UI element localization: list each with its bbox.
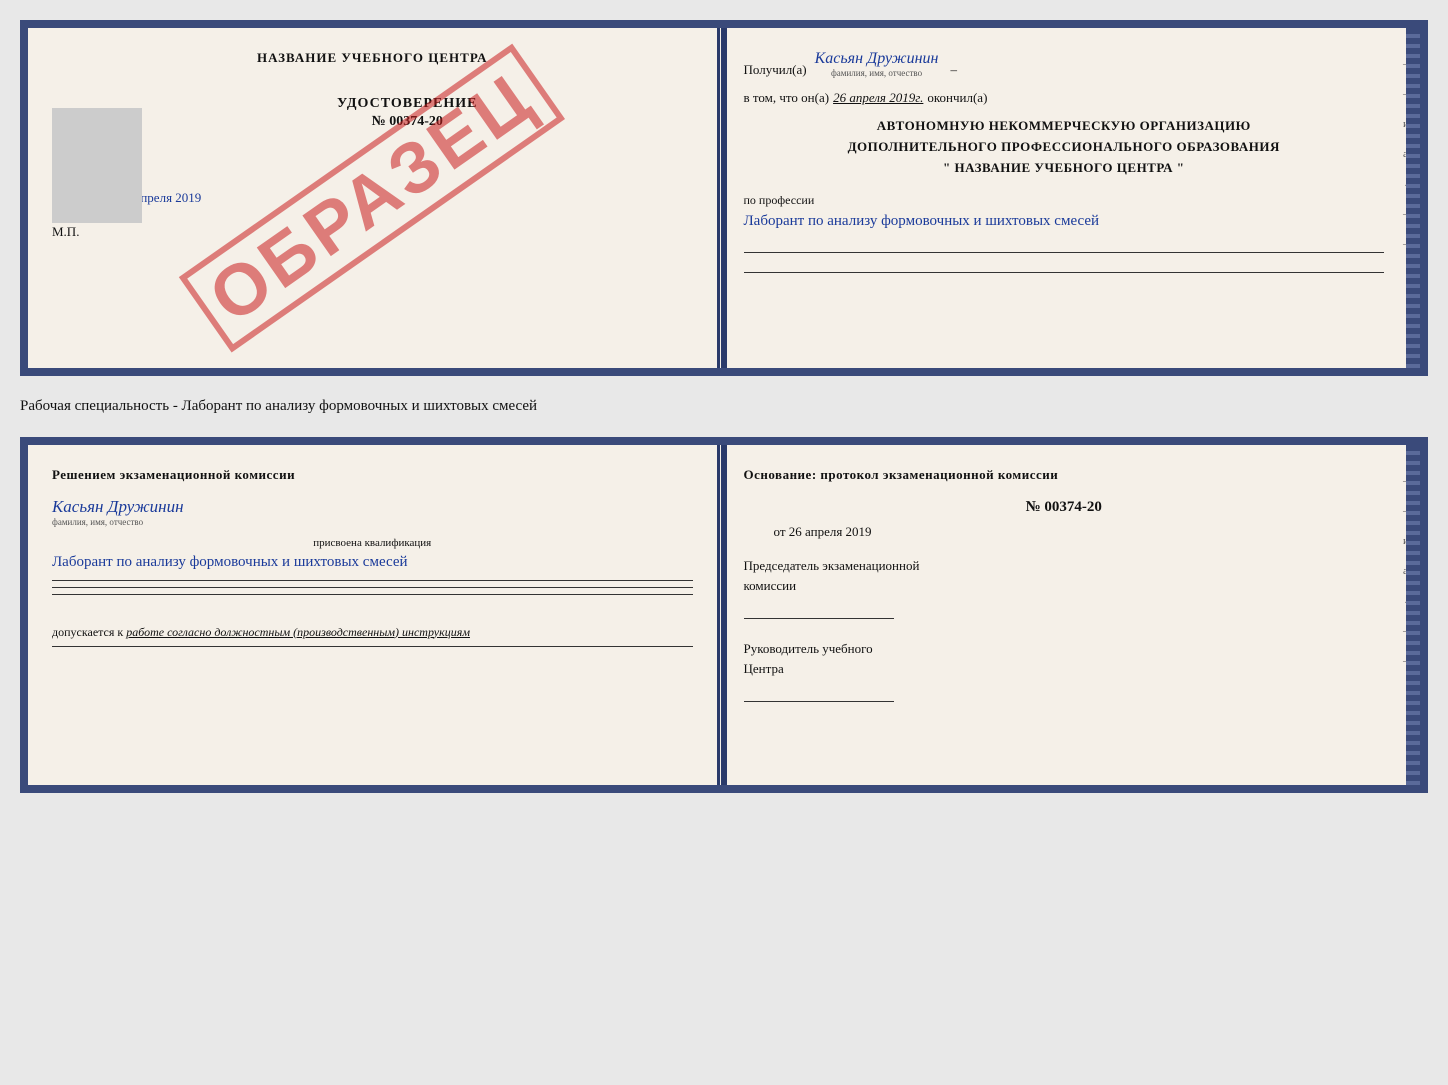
resheniyem-title: Решением экзаменационной комиссии xyxy=(52,467,693,483)
po-professii-block: по профессии Лаборант по анализу формово… xyxy=(744,192,1385,273)
rukovoditel-block: Руководитель учебного Центра xyxy=(744,639,1385,702)
line1 xyxy=(52,580,693,581)
dash1: – xyxy=(950,62,957,78)
side-dash-arrow: ← xyxy=(1403,178,1414,190)
side-dash-1: – xyxy=(1403,58,1414,70)
po-professii-value: Лаборант по анализу формовочных и шихтов… xyxy=(744,210,1385,233)
center-line3: " НАЗВАНИЕ УЧЕБНОГО ЦЕНТРА " xyxy=(744,158,1385,179)
mp-label: М.П. xyxy=(52,224,693,240)
dopuskaetsya-block: допускается к работе согласно должностны… xyxy=(52,625,693,640)
vtom-date: 26 апреля 2019г. xyxy=(833,90,923,106)
side-dash-4: – xyxy=(1403,238,1414,250)
top-school-name: НАЗВАНИЕ УЧЕБНОГО ЦЕНТРА xyxy=(52,50,693,66)
center-line1: АВТОНОМНУЮ НЕКОММЕРЧЕСКУЮ ОРГАНИЗАЦИЮ xyxy=(744,116,1385,137)
b-side-dash-3: – xyxy=(1403,625,1414,637)
b-side-dash-2: – xyxy=(1403,505,1414,517)
prisvoena-label: присвоена квалификация xyxy=(52,537,693,549)
kvalifikatsiya-value: Лаборант по анализу формовочных и шихтов… xyxy=(52,551,693,574)
vydano-block: Выдано 26 апреля 2019 xyxy=(72,190,693,206)
b-side-dash-и: и xyxy=(1403,535,1414,547)
b-side-dash-4: – xyxy=(1403,655,1414,667)
poluchil-label: Получил(а) xyxy=(744,62,807,78)
udostoverenie-label: УДОСТОВЕРЕНИЕ xyxy=(122,96,693,112)
rukovoditel-line2: Центра xyxy=(744,659,1385,679)
b-side-dash-а: а xyxy=(1403,565,1414,577)
b-side-dash-arrow: ← xyxy=(1403,595,1414,607)
poluchil-line: Получил(а) Касьян Дружинин фамилия, имя,… xyxy=(744,50,1385,78)
protocol-date: от 26 апреля 2019 xyxy=(744,524,1385,540)
side-dash-3: – xyxy=(1403,208,1414,220)
ot-label: от xyxy=(774,524,786,539)
rukovoditel-signature xyxy=(744,682,894,702)
ot-date: 26 апреля 2019 xyxy=(789,524,872,539)
bottom-fio-value: Касьян Дружинин xyxy=(52,497,693,517)
top-doc-right: Получил(а) Касьян Дружинин фамилия, имя,… xyxy=(720,28,1421,368)
fio-handwritten-top: Касьян Дружинин xyxy=(815,50,939,67)
top-document: НАЗВАНИЕ УЧЕБНОГО ЦЕНТРА УДОСТОВЕРЕНИЕ №… xyxy=(20,20,1428,376)
between-caption: Рабочая специальность - Лаборант по анал… xyxy=(20,394,1428,419)
side-dash-и: и xyxy=(1403,118,1414,130)
bottom-document: Решением экзаменационной комиссии Касьян… xyxy=(20,437,1428,793)
line2 xyxy=(52,587,693,588)
center-block: АВТОНОМНУЮ НЕКОММЕРЧЕСКУЮ ОРГАНИЗАЦИЮ ДО… xyxy=(744,116,1385,178)
vtom-line: в том, что он(а) 26 апреля 2019г. окончи… xyxy=(744,90,1385,106)
bottom-fio-block: Касьян Дружинин фамилия, имя, отчество xyxy=(52,497,693,527)
side-dash-а: а xyxy=(1403,148,1414,160)
protocol-number: № 00374-20 xyxy=(744,499,1385,516)
page-container: НАЗВАНИЕ УЧЕБНОГО ЦЕНТРА УДОСТОВЕРЕНИЕ №… xyxy=(20,20,1428,793)
osnovanie-title: Основание: протокол экзаменационной коми… xyxy=(744,467,1385,483)
side-dash-2: – xyxy=(1403,88,1414,100)
dopuskaetsya-label: допускается к xyxy=(52,625,123,639)
predsedatel-block: Председатель экзаменационной комиссии xyxy=(744,556,1385,619)
line3 xyxy=(52,594,693,595)
b-side-dash-1: – xyxy=(1403,475,1414,487)
bottom-fio-subtitle: фамилия, имя, отчество xyxy=(52,517,693,527)
bottom-right-side-dashes: – – и а ← – – xyxy=(1403,475,1414,667)
center-line2: ДОПОЛНИТЕЛЬНОГО ПРОФЕССИОНАЛЬНОГО ОБРАЗО… xyxy=(744,137,1385,158)
po-professii-label: по профессии xyxy=(744,193,815,207)
rukovoditel-line1: Руководитель учебного xyxy=(744,639,1385,659)
right-side-dashes: – – и а ← – – xyxy=(1403,58,1414,250)
dopuskaetsya-value: работе согласно должностным (производств… xyxy=(126,625,470,639)
photo-placeholder xyxy=(52,108,142,223)
okonchill-label: окончил(а) xyxy=(927,90,987,106)
predsedatel-line1: Председатель экзаменационной xyxy=(744,556,1385,576)
line4 xyxy=(52,646,693,647)
top-doc-left: НАЗВАНИЕ УЧЕБНОГО ЦЕНТРА УДОСТОВЕРЕНИЕ №… xyxy=(28,28,720,368)
vtom-label: в том, что он(а) xyxy=(744,90,830,106)
bottom-doc-right: Основание: протокол экзаменационной коми… xyxy=(720,445,1421,785)
underline1 xyxy=(744,235,1385,253)
predsedatel-signature xyxy=(744,599,894,619)
underline2 xyxy=(744,255,1385,273)
bottom-doc-left: Решением экзаменационной комиссии Касьян… xyxy=(28,445,720,785)
fio-subtitle-top: фамилия, имя, отчество xyxy=(815,68,939,78)
udostoverenie-number: № 00374-20 xyxy=(122,114,693,130)
predsedatel-line2: комиссии xyxy=(744,576,1385,596)
